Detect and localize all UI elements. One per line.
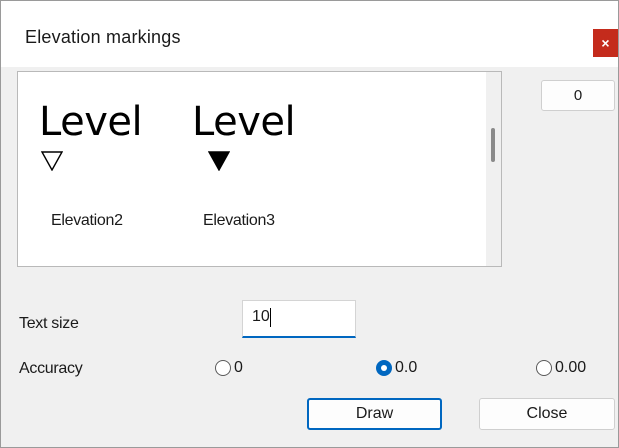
radio-unchecked-icon xyxy=(215,360,231,376)
close-button[interactable]: Close xyxy=(479,398,615,430)
counter-button[interactable]: 0 xyxy=(541,80,615,111)
text-size-label: Text size xyxy=(19,315,79,332)
close-icon: × xyxy=(601,35,610,51)
elevation-markings-dialog: Elevation markings × Level Elevation2 Le… xyxy=(0,0,619,448)
level-text: Level xyxy=(192,99,296,145)
close-window-button[interactable]: × xyxy=(593,29,618,57)
elevation-mark-item[interactable]: Level Elevation3 xyxy=(168,72,318,266)
elevation-mark-name: Elevation3 xyxy=(203,212,275,229)
radio-unchecked-icon xyxy=(536,360,552,376)
accuracy-radio-0[interactable]: 0 xyxy=(215,359,265,382)
accuracy-radio-0-0[interactable]: 0.0 xyxy=(376,359,436,382)
draw-button[interactable]: Draw xyxy=(307,398,442,430)
level-text: Level xyxy=(39,99,143,145)
scrollbar-thumb[interactable] xyxy=(491,128,495,162)
elevation-mark-item[interactable]: Level Elevation2 xyxy=(18,72,168,266)
filled-triangle-icon xyxy=(208,151,230,171)
text-cursor xyxy=(270,308,271,327)
radio-checked-icon xyxy=(376,360,392,376)
radio-label: 0 xyxy=(234,359,243,376)
dialog-title: Elevation markings xyxy=(25,27,181,47)
accuracy-radio-0-00[interactable]: 0.00 xyxy=(536,359,606,382)
title-bar: Elevation markings × xyxy=(1,1,618,67)
accuracy-label: Accuracy xyxy=(19,360,83,377)
elevation-preview-list[interactable]: Level Elevation2 Level Elevation3 xyxy=(17,71,502,267)
elevation-mark-name: Elevation2 xyxy=(51,212,123,229)
radio-label: 0.0 xyxy=(395,359,418,376)
vertical-scrollbar[interactable] xyxy=(486,72,501,266)
radio-label: 0.00 xyxy=(555,359,587,376)
text-size-value: 10 xyxy=(252,308,270,325)
text-size-input[interactable]: 10 xyxy=(242,300,356,338)
outline-triangle-icon xyxy=(41,151,63,171)
